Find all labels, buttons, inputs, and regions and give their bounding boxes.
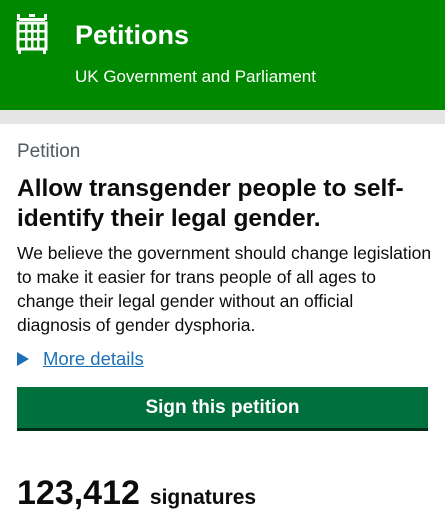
sign-petition-button[interactable]: Sign this petition bbox=[17, 387, 428, 431]
site-header: Petitions UK Government and Parliament bbox=[0, 0, 445, 110]
portcullis-icon[interactable] bbox=[14, 14, 50, 54]
petition-description: We believe the government should change … bbox=[17, 243, 432, 335]
more-details-toggle[interactable]: More details bbox=[17, 347, 144, 371]
signature-count: 123,412 bbox=[17, 474, 140, 512]
signature-count-block: 123,412 signatures bbox=[17, 474, 256, 513]
triangle-right-icon bbox=[17, 352, 29, 366]
more-details-link[interactable]: More details bbox=[43, 348, 144, 370]
petition-title: Allow transgender people to self-identif… bbox=[17, 175, 404, 232]
header-divider bbox=[0, 110, 445, 124]
signature-label: signatures bbox=[149, 486, 257, 509]
site-title[interactable]: Petitions bbox=[75, 20, 189, 51]
site-subtitle: UK Government and Parliament bbox=[75, 67, 316, 86]
petition-label: Petition bbox=[17, 141, 81, 162]
